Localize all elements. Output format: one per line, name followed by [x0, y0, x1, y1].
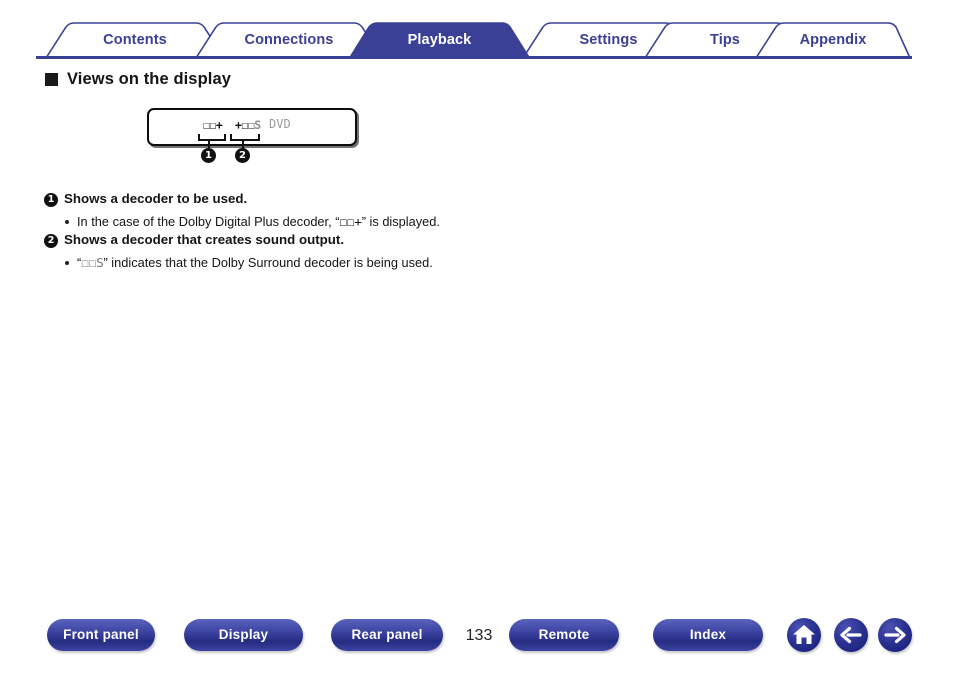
home-icon[interactable] [787, 618, 821, 652]
callout-marker-1: 1 [201, 148, 216, 163]
item-1-bullet: In the case of the Dolby Digital Plus de… [65, 214, 440, 232]
arrow-right-glyph [884, 626, 906, 644]
arrow-left-icon[interactable] [834, 618, 868, 652]
bullet-dot-icon [65, 220, 69, 224]
segment-glyph-dds: ☐☐S [81, 256, 104, 271]
item-2-bullet-text: “☐☐S” indicates that the Dolby Surround … [77, 255, 433, 271]
page-title: Views on the display [67, 70, 231, 88]
item-2-heading: 2 Shows a decoder that creates sound out… [44, 232, 433, 248]
remote-button[interactable]: Remote [509, 619, 619, 651]
lcd-decoder-in-indicator: ☐☐+ [203, 118, 223, 132]
home-glyph [793, 625, 815, 644]
page-number: 133 [465, 627, 493, 644]
page-heading: Views on the display [45, 70, 231, 89]
callout-marker-2: 2 [235, 148, 250, 163]
item-1-marker: 1 [44, 193, 58, 207]
arrow-right-icon[interactable] [878, 618, 912, 652]
segment-glyph-dd-plus: ☐☐+ [339, 215, 362, 230]
rear-panel-button[interactable]: Rear panel [331, 619, 443, 651]
item-2-title: Shows a decoder that creates sound outpu… [64, 232, 345, 247]
display-button[interactable]: Display [184, 619, 303, 651]
index-button[interactable]: Index [653, 619, 763, 651]
lcd-source-indicator: DVD [269, 117, 291, 131]
description-item-1: 1 Shows a decoder to be used. In the cas… [44, 191, 440, 232]
tab-playback[interactable]: Playback [349, 22, 530, 59]
front-panel-button[interactable]: Front panel [47, 619, 155, 651]
top-tab-bar[interactable]: Contents Connections Playback Settings T… [36, 22, 912, 59]
front-panel-display: ☐☐+ +☐☐S DVD [147, 108, 357, 146]
filled-square-icon [45, 73, 58, 86]
item-1-title: Shows a decoder to be used. [64, 191, 248, 206]
item-2-marker: 2 [44, 234, 58, 248]
display-figure: ☐☐+ +☐☐S DVD 1 2 [147, 108, 361, 170]
lcd-decoder-out-indicator: +☐☐S [235, 118, 261, 132]
item-2-bullet: “☐☐S” indicates that the Dolby Surround … [65, 255, 433, 273]
arrow-left-glyph [840, 626, 862, 644]
item-1-heading: 1 Shows a decoder to be used. [44, 191, 440, 207]
description-item-2: 2 Shows a decoder that creates sound out… [44, 232, 433, 273]
tab-bar-underline [36, 56, 912, 59]
item-1-bullet-text: In the case of the Dolby Digital Plus de… [77, 214, 440, 230]
bullet-dot-icon [65, 261, 69, 265]
tab-appendix[interactable]: Appendix [756, 22, 910, 59]
